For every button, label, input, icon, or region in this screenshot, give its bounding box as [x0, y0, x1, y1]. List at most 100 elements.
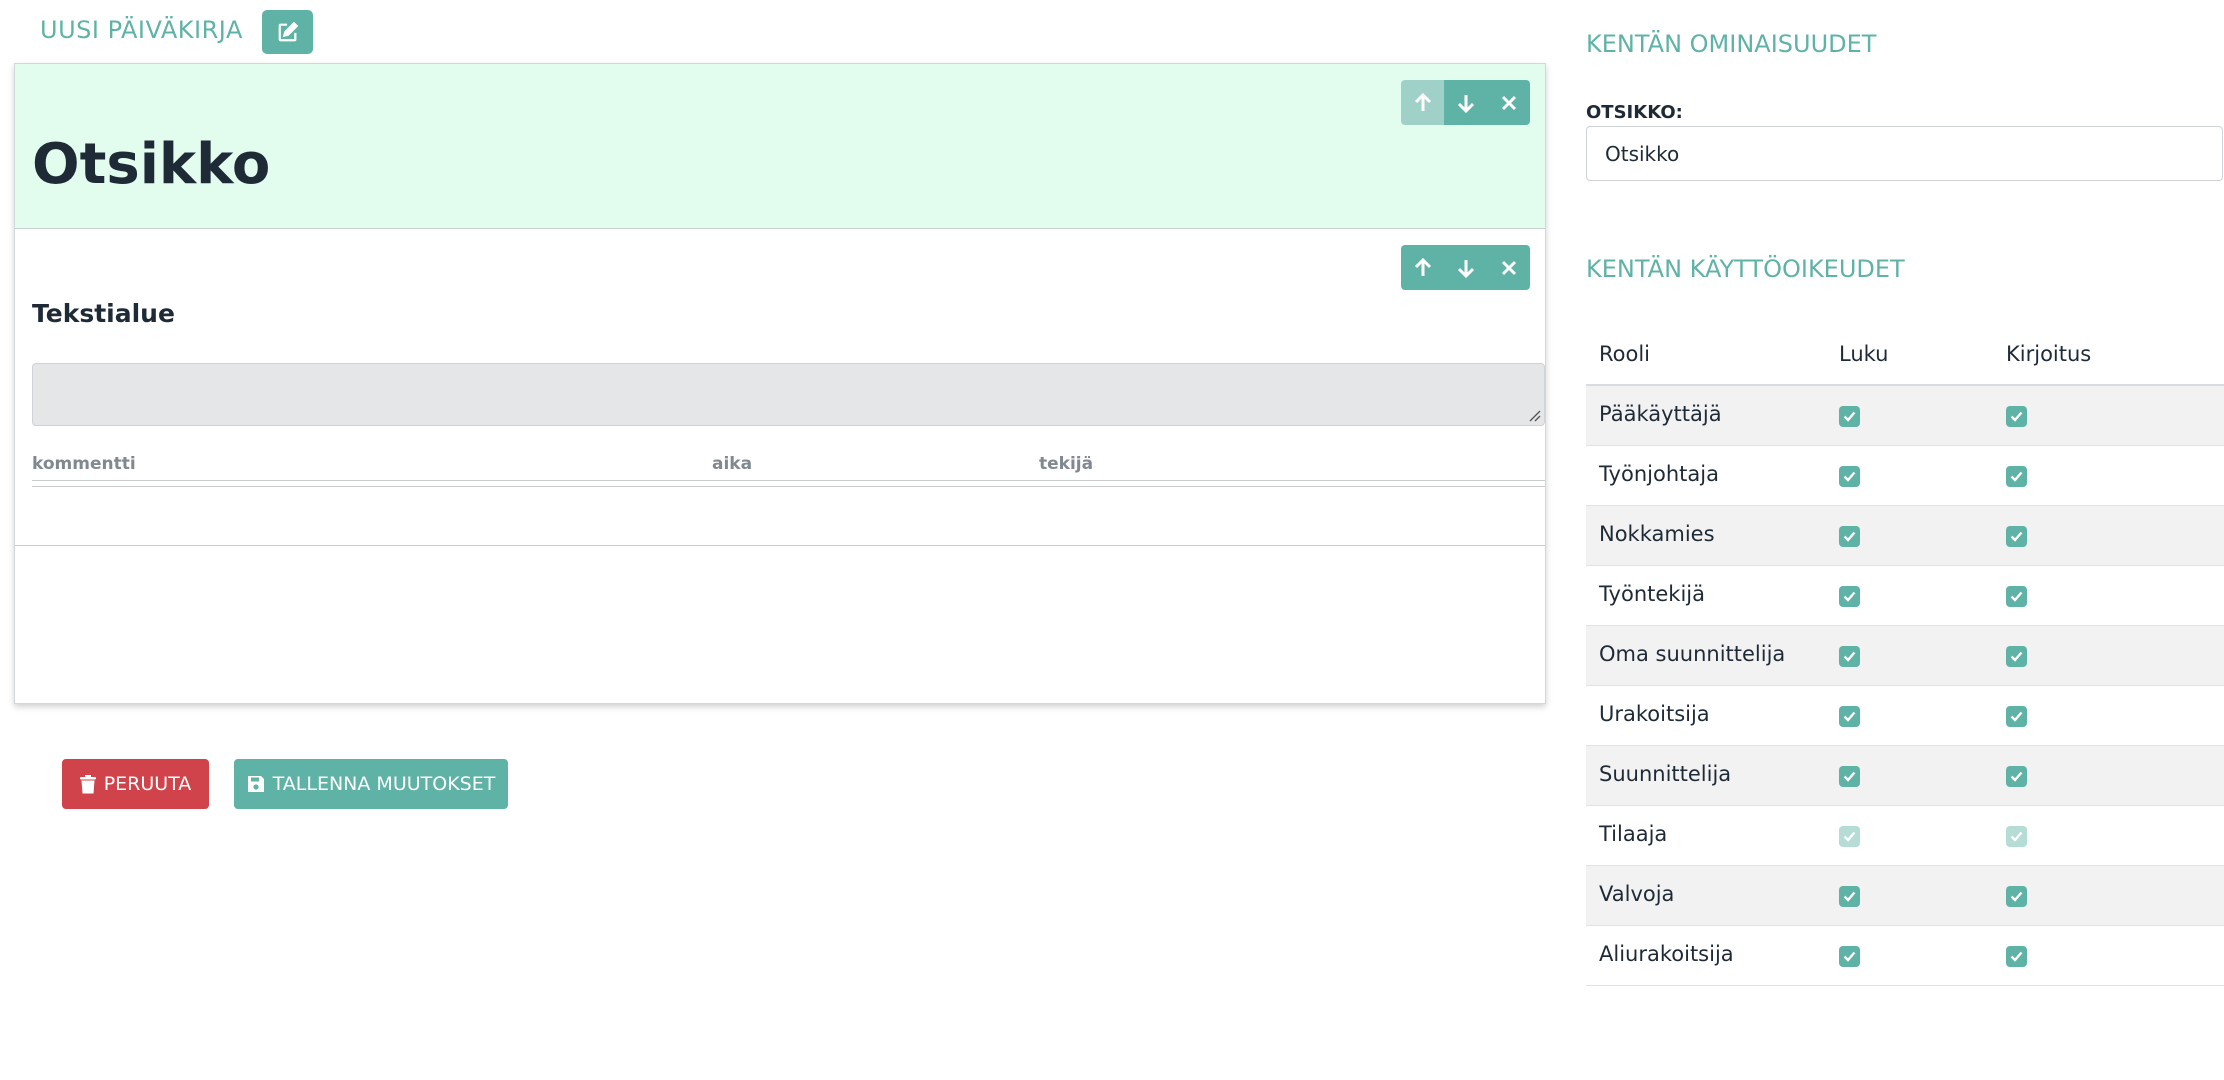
arrow-down-icon — [1457, 259, 1474, 278]
permission-row: Nokkamies — [1586, 506, 2224, 566]
check-icon — [2010, 471, 2023, 482]
write-checkbox[interactable] — [2006, 946, 2027, 967]
close-icon — [1501, 95, 1516, 110]
check-icon — [1843, 651, 1856, 662]
floppy-disk-icon — [247, 776, 264, 792]
column-header-write: Kirjoitus — [2006, 342, 2092, 366]
move-up-button[interactable] — [1401, 245, 1444, 290]
permission-row: Työntekijä — [1586, 566, 2224, 626]
remove-button[interactable] — [1487, 245, 1530, 290]
permission-row: Oma suunnittelija — [1586, 626, 2224, 686]
save-button[interactable]: TALLENNA MUUTOKSET — [234, 759, 508, 809]
read-checkbox[interactable] — [1839, 586, 1860, 607]
cancel-button[interactable]: PERUUTA — [62, 759, 209, 809]
move-up-button[interactable] — [1401, 80, 1444, 125]
editor-card: Otsikko Tekstialue kommentti aika tekijä — [14, 63, 1546, 704]
read-checkbox — [1839, 826, 1860, 847]
permission-row: Suunnittelija — [1586, 746, 2224, 806]
close-icon — [1501, 260, 1516, 275]
textarea-block-toolbar — [1401, 245, 1530, 290]
permission-row: Aliurakoitsija — [1586, 926, 2224, 986]
check-icon — [1843, 891, 1856, 902]
column-header-time: aika — [712, 454, 753, 474]
resize-handle-icon[interactable] — [1527, 408, 1541, 422]
permission-row: Pääkäyttäjä — [1586, 386, 2224, 446]
write-checkbox[interactable] — [2006, 526, 2027, 547]
read-checkbox[interactable] — [1839, 766, 1860, 787]
permission-row: Urakoitsija — [1586, 686, 2224, 746]
page-title: UUSI PÄIVÄKIRJA — [40, 16, 243, 44]
read-checkbox[interactable] — [1839, 466, 1860, 487]
title-field-text: Otsikko — [32, 132, 271, 197]
write-checkbox[interactable] — [2006, 466, 2027, 487]
arrow-down-icon — [1457, 94, 1474, 113]
column-header-role: Rooli — [1599, 342, 1651, 366]
title-block-toolbar — [1401, 80, 1530, 125]
field-permissions-title: KENTÄN KÄYTTÖOIKEUDET — [1586, 255, 1905, 283]
role-label: Aliurakoitsija — [1599, 942, 1734, 966]
check-icon — [2010, 651, 2023, 662]
check-icon — [2010, 771, 2023, 782]
read-checkbox[interactable] — [1839, 646, 1860, 667]
role-label: Valvoja — [1599, 882, 1675, 906]
field-properties-title: KENTÄN OMINAISUUDET — [1586, 30, 1877, 58]
permission-row: Työnjohtaja — [1586, 446, 2224, 506]
column-header-comment: kommentti — [32, 454, 136, 474]
arrow-up-icon — [1414, 257, 1431, 276]
edit-button[interactable] — [262, 10, 313, 54]
role-label: Suunnittelija — [1599, 762, 1732, 786]
title-field-block[interactable]: Otsikko — [15, 64, 1545, 229]
role-label: Tilaaja — [1599, 822, 1668, 846]
role-label: Työnjohtaja — [1599, 462, 1719, 486]
check-icon — [1843, 471, 1856, 482]
write-checkbox[interactable] — [2006, 406, 2027, 427]
role-label: Urakoitsija — [1599, 702, 1710, 726]
check-icon — [2010, 891, 2023, 902]
save-label: TALLENNA MUUTOKSET — [272, 773, 496, 795]
read-checkbox[interactable] — [1839, 406, 1860, 427]
permission-row: Valvoja — [1586, 866, 2224, 926]
role-label: Työntekijä — [1599, 582, 1705, 606]
textarea-label: Tekstialue — [32, 299, 175, 328]
textarea-input[interactable] — [32, 363, 1545, 426]
write-checkbox[interactable] — [2006, 886, 2027, 907]
title-input[interactable]: Otsikko — [1586, 126, 2223, 181]
edit-icon — [278, 21, 298, 42]
role-label: Oma suunnittelija — [1599, 642, 1786, 666]
column-header-author: tekijä — [1039, 454, 1094, 474]
column-header-read: Luku — [1839, 342, 1889, 366]
check-icon — [1843, 771, 1856, 782]
check-icon — [2010, 711, 2023, 722]
role-label: Nokkamies — [1599, 522, 1715, 546]
check-icon — [2010, 531, 2023, 542]
divider — [32, 480, 1545, 481]
write-checkbox[interactable] — [2006, 706, 2027, 727]
move-down-button[interactable] — [1444, 80, 1487, 125]
write-checkbox[interactable] — [2006, 766, 2027, 787]
read-checkbox[interactable] — [1839, 886, 1860, 907]
trash-icon — [79, 774, 96, 793]
check-icon — [2010, 411, 2023, 422]
check-icon — [2010, 831, 2023, 842]
divider — [32, 486, 1545, 487]
read-checkbox[interactable] — [1839, 946, 1860, 967]
write-checkbox[interactable] — [2006, 586, 2027, 607]
read-checkbox[interactable] — [1839, 526, 1860, 547]
role-label: Pääkäyttäjä — [1599, 402, 1722, 426]
check-icon — [1843, 531, 1856, 542]
cancel-label: PERUUTA — [103, 773, 192, 795]
remove-button[interactable] — [1487, 80, 1530, 125]
move-down-button[interactable] — [1444, 245, 1487, 290]
check-icon — [1843, 951, 1856, 962]
title-input-label: OTSIKKO: — [1586, 102, 1683, 123]
check-icon — [1843, 591, 1856, 602]
read-checkbox[interactable] — [1839, 706, 1860, 727]
write-checkbox[interactable] — [2006, 646, 2027, 667]
check-icon — [1843, 711, 1856, 722]
arrow-up-icon — [1414, 92, 1431, 111]
check-icon — [1843, 831, 1856, 842]
check-icon — [2010, 591, 2023, 602]
check-icon — [1843, 411, 1856, 422]
write-checkbox — [2006, 826, 2027, 847]
check-icon — [2010, 951, 2023, 962]
